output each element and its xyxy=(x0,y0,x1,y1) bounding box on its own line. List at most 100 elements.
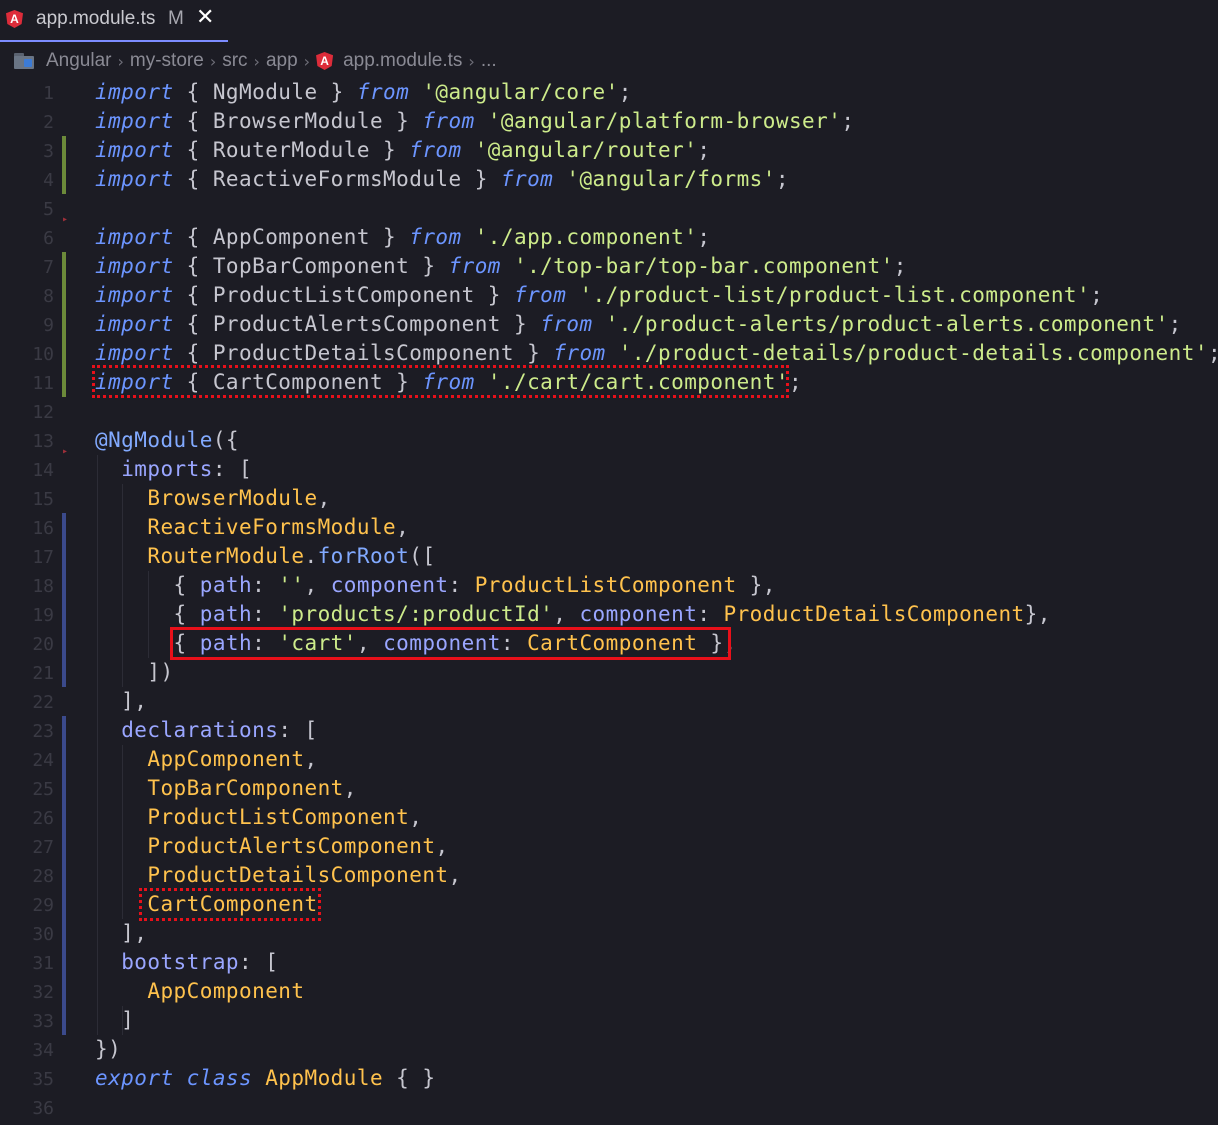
code-line[interactable]: 3 import { RouterModule } from '@angular/… xyxy=(0,136,1218,165)
code-line[interactable]: 4 import { ReactiveFormsModule } from '@a… xyxy=(0,165,1218,194)
code-text: import { ProductDetailsComponent } from … xyxy=(95,339,1218,368)
line-number: 4 xyxy=(43,170,54,191)
line-number: 15 xyxy=(32,489,54,510)
code-text: RouterModule.forRoot([ xyxy=(95,542,435,571)
code-token: , xyxy=(409,805,423,829)
code-line[interactable]: 7 import { TopBarComponent } from './top-… xyxy=(0,252,1218,281)
code-editor[interactable]: ▸ ▸ 1 import { NgModule } from '@angular/… xyxy=(0,78,1218,1125)
breadcrumb-item-angular[interactable]: Angular xyxy=(46,50,112,72)
code-line[interactable]: 5 xyxy=(0,194,1218,223)
code-line[interactable]: 27 ProductAlertsComponent, xyxy=(0,832,1218,861)
code-line[interactable]: 23 declarations: [ xyxy=(0,716,1218,745)
code-token: . xyxy=(304,544,318,568)
code-token: import xyxy=(95,80,174,104)
line-number: 30 xyxy=(32,924,54,945)
code-line[interactable]: 13 @NgModule({ xyxy=(0,426,1218,455)
code-text: { path: 'products/:productId', component… xyxy=(95,600,1051,629)
code-token: from xyxy=(409,138,462,162)
code-line[interactable]: 31 bootstrap: [ xyxy=(0,948,1218,977)
code-token: './product-alerts/product-alerts.compone… xyxy=(605,312,1169,336)
code-token: ProductDetailsComponent xyxy=(212,341,514,365)
code-line[interactable]: 6 import { AppComponent } from './app.com… xyxy=(0,223,1218,252)
breadcrumb-item-app[interactable]: app xyxy=(266,50,298,72)
code-line[interactable]: 19 { path: 'products/:productId', compon… xyxy=(0,600,1218,629)
code-token: , xyxy=(304,573,331,597)
code-token: } xyxy=(369,138,410,162)
code-line[interactable]: 21 ]) xyxy=(0,658,1218,687)
line-number: 16 xyxy=(32,518,54,539)
line-number: 33 xyxy=(32,1011,54,1032)
code-text: bootstrap: [ xyxy=(95,948,278,977)
angular-icon: A xyxy=(6,10,23,28)
line-number: 20 xyxy=(32,634,54,655)
code-line[interactable]: 26 ProductListComponent, xyxy=(0,803,1218,832)
chevron-right-icon: › xyxy=(117,51,124,71)
code-token: '' xyxy=(278,573,305,597)
code-line[interactable]: 9 import { ProductAlertsComponent } from … xyxy=(0,310,1218,339)
breadcrumb-item-symbols[interactable]: ... xyxy=(481,50,497,72)
breadcrumb-item-src[interactable]: src xyxy=(222,50,247,72)
code-token: RouterModule xyxy=(147,544,305,568)
code-line[interactable]: 15 BrowserModule, xyxy=(0,484,1218,513)
code-line[interactable]: 14 imports: [ xyxy=(0,455,1218,484)
code-text: ], xyxy=(95,919,147,948)
code-text: import { BrowserModule } from '@angular/… xyxy=(95,107,854,136)
code-token: } xyxy=(513,341,554,365)
breadcrumb-item-my-store[interactable]: my-store xyxy=(130,50,204,72)
code-line[interactable]: 17 RouterModule.forRoot([ xyxy=(0,542,1218,571)
line-number: 17 xyxy=(32,547,54,568)
line-number: 1 xyxy=(43,83,54,104)
code-token: TopBarComponent xyxy=(147,776,344,800)
code-line[interactable]: 1 import { NgModule } from '@angular/core… xyxy=(0,78,1218,107)
code-line[interactable]: 36 xyxy=(0,1093,1218,1122)
code-token: BrowserModule xyxy=(147,486,318,510)
highlight-import-cart xyxy=(92,365,789,398)
code-token: ; xyxy=(1090,283,1104,307)
code-line[interactable]: 34}) xyxy=(0,1035,1218,1064)
code-token: ] xyxy=(95,1008,135,1032)
code-text: import { ReactiveFormsModule } from '@an… xyxy=(95,165,789,194)
code-line[interactable]: 10 import { ProductDetailsComponent } fro… xyxy=(0,339,1218,368)
code-token: { xyxy=(173,341,213,365)
code-line[interactable]: 33 ] xyxy=(0,1006,1218,1035)
code-line[interactable]: 18 { path: '', component: ProductListCom… xyxy=(0,571,1218,600)
code-token: '@angular/platform-browser' xyxy=(487,109,842,133)
code-line[interactable]: 12 xyxy=(0,397,1218,426)
code-line[interactable]: 2 import { BrowserModule } from '@angular… xyxy=(0,107,1218,136)
code-line[interactable]: 25 TopBarComponent, xyxy=(0,774,1218,803)
code-line[interactable]: 8 import { ProductListComponent } from '.… xyxy=(0,281,1218,310)
code-token: ; xyxy=(697,138,711,162)
line-number: 21 xyxy=(32,663,54,684)
code-line[interactable]: 16 ReactiveFormsModule, xyxy=(0,513,1218,542)
code-line[interactable]: 30 ], xyxy=(0,919,1218,948)
line-number: 24 xyxy=(32,750,54,771)
code-token: , xyxy=(317,486,331,510)
code-line[interactable]: 35 export class AppModule { } xyxy=(0,1064,1218,1093)
code-token: ; xyxy=(697,225,711,249)
code-token: } xyxy=(317,80,357,104)
code-token: : [ xyxy=(212,457,253,481)
code-text: ReactiveFormsModule, xyxy=(95,513,409,542)
code-token: './product-details/product-details.compo… xyxy=(618,341,1208,365)
code-line[interactable]: 24 AppComponent, xyxy=(0,745,1218,774)
code-token: AppModule xyxy=(265,1066,384,1090)
code-token: ProductListComponent xyxy=(474,573,737,597)
breadcrumb-item-file[interactable]: app.module.ts xyxy=(343,50,462,72)
tab-app-module[interactable]: A app.module.ts M ✕ xyxy=(0,0,228,42)
code-token: TopBarComponent xyxy=(212,254,410,278)
code-token: ([ xyxy=(409,544,436,568)
code-token: from xyxy=(422,109,475,133)
code-token: , xyxy=(343,776,357,800)
code-line[interactable]: 22 ], xyxy=(0,687,1218,716)
code-line[interactable]: 28 ProductDetailsComponent, xyxy=(0,861,1218,890)
code-token: AppComponent xyxy=(147,747,305,771)
code-line[interactable]: 32 AppComponent xyxy=(0,977,1218,1006)
code-token: , xyxy=(304,747,318,771)
close-icon[interactable]: ✕ xyxy=(196,5,214,30)
